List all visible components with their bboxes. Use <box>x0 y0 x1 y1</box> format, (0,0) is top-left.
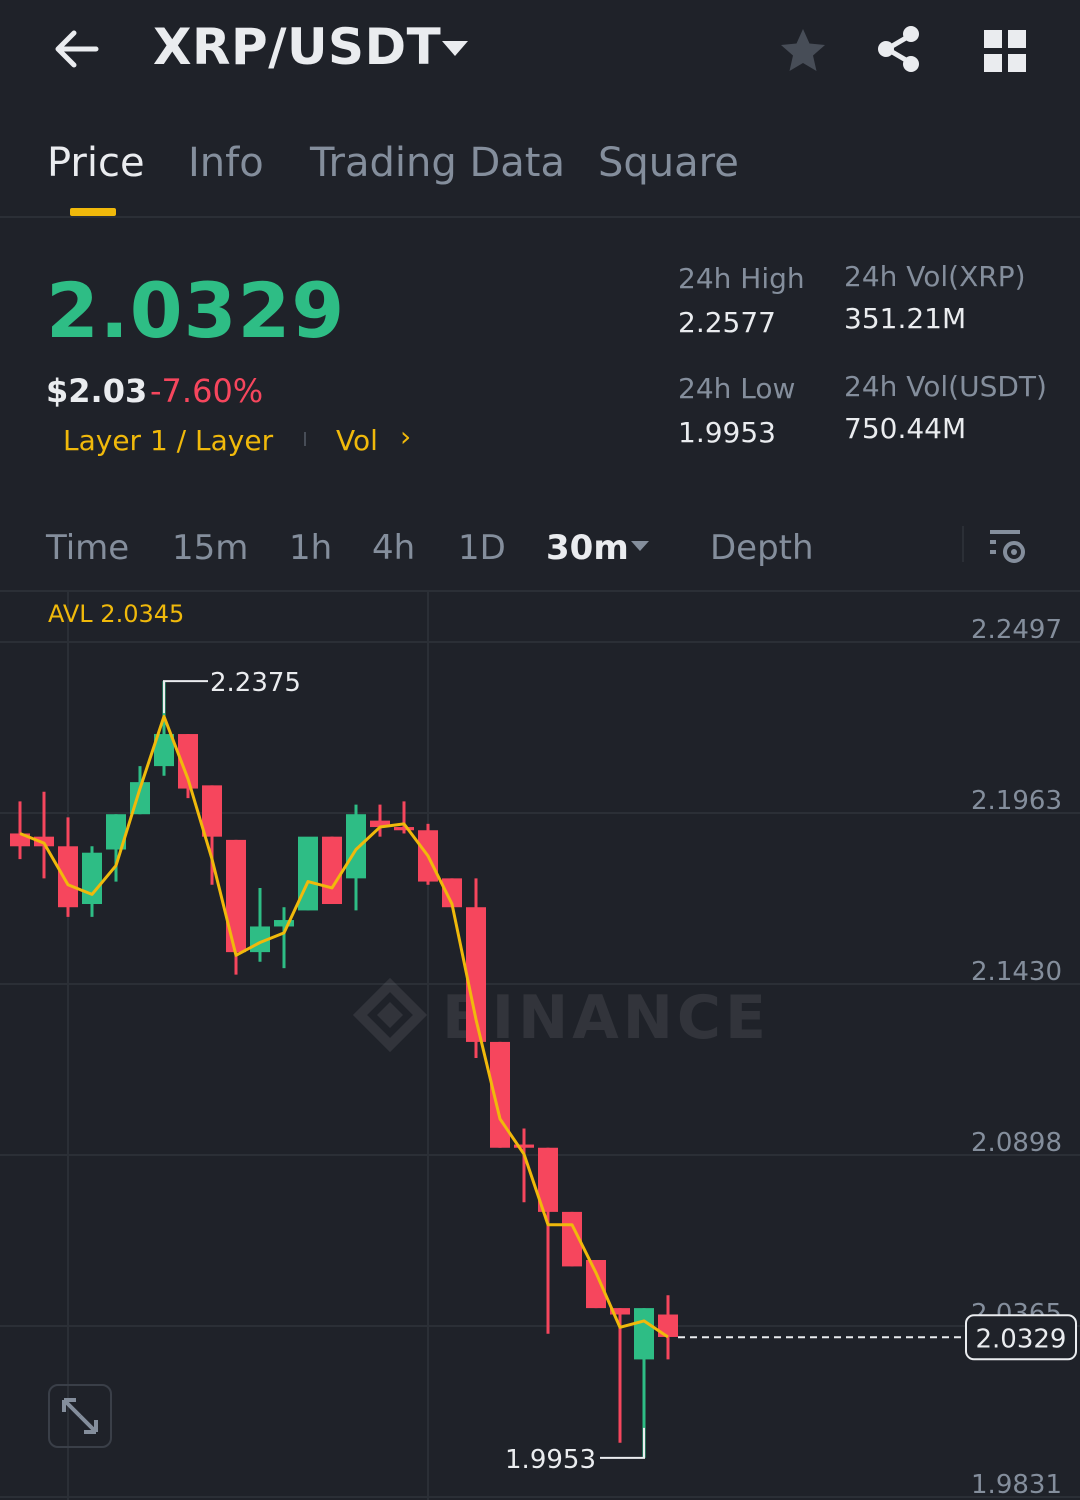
low-label: 24h Low <box>678 372 796 405</box>
active-tab-indicator <box>70 208 116 216</box>
pair-title[interactable]: XRP/USDT <box>153 18 441 76</box>
grid-icon[interactable] <box>982 28 1028 74</box>
high-marker-label: 2.2375 <box>210 668 301 698</box>
candle-body <box>346 814 366 879</box>
tf-30m-selected[interactable]: 30m <box>546 528 629 568</box>
low-value: 1.9953 <box>678 416 776 449</box>
category-tag[interactable]: Layer 1 / Layer <box>63 424 273 457</box>
tf-1h[interactable]: 1h <box>289 528 332 568</box>
tabs-divider <box>0 216 1080 218</box>
tf-depth[interactable]: Depth <box>710 528 814 568</box>
chevron-right-icon[interactable]: › <box>400 420 411 453</box>
tab-info[interactable]: Info <box>188 140 264 186</box>
candle-body <box>58 846 78 908</box>
avl-indicator-label: AVL 2.0345 <box>48 600 185 628</box>
tab-trading-data[interactable]: Trading Data <box>310 140 565 186</box>
vol-quote-label: 24h Vol(USDT) <box>844 370 1047 403</box>
usd-price: $2.03 <box>46 372 148 410</box>
tf-1d[interactable]: 1D <box>458 528 506 568</box>
y-tick-label: 2.2497 <box>971 615 1062 645</box>
high-marker-line <box>163 680 208 714</box>
y-tick-label: 2.1430 <box>971 957 1062 987</box>
caret-down-icon[interactable] <box>440 38 470 58</box>
vol-rank-link[interactable]: Vol <box>336 424 378 457</box>
tab-price[interactable]: Price <box>47 140 145 186</box>
last-price-tag-label: 2.0329 <box>976 1324 1067 1354</box>
tf-4h[interactable]: 4h <box>372 528 415 568</box>
price-change-percent: -7.60% <box>150 372 264 410</box>
vol-base-label: 24h Vol(XRP) <box>844 260 1026 293</box>
candle-body <box>586 1259 606 1309</box>
candlestick-chart[interactable]: BINANCE2.24972.19632.14302.08982.03651.9… <box>0 590 1080 1500</box>
chart-settings-icon[interactable] <box>986 526 1030 564</box>
y-tick-label: 2.1963 <box>971 786 1062 816</box>
tf-15m[interactable]: 15m <box>172 528 248 568</box>
star-icon[interactable] <box>778 26 828 76</box>
binance-logo-icon <box>377 1002 403 1028</box>
back-arrow-icon[interactable] <box>50 22 104 76</box>
tag-separator <box>304 432 306 446</box>
tf-time[interactable]: Time <box>46 528 129 568</box>
vol-base-value: 351.21M <box>844 302 967 335</box>
candle-body <box>202 785 222 837</box>
y-tick-label: 2.0898 <box>971 1128 1062 1158</box>
candle-body <box>394 827 414 831</box>
vol-quote-value: 750.44M <box>844 412 967 445</box>
fullscreen-button[interactable] <box>48 1384 112 1448</box>
candle-body <box>322 836 342 905</box>
low-marker-label: 1.9953 <box>505 1445 596 1475</box>
tab-square[interactable]: Square <box>598 140 739 186</box>
high-value: 2.2577 <box>678 306 776 339</box>
candle-body <box>226 839 246 953</box>
toolbar-separator <box>962 526 964 562</box>
high-label: 24h High <box>678 262 805 295</box>
expand-icon <box>62 1398 98 1434</box>
caret-down-icon[interactable] <box>630 539 650 553</box>
candle-body <box>82 852 102 905</box>
share-icon[interactable] <box>874 24 924 74</box>
candle-body <box>634 1308 654 1360</box>
y-tick-label: 1.9831 <box>971 1470 1062 1500</box>
last-price: 2.0329 <box>46 266 346 355</box>
low-marker-line <box>600 1427 645 1459</box>
binance-watermark: BINANCE <box>352 977 766 1053</box>
